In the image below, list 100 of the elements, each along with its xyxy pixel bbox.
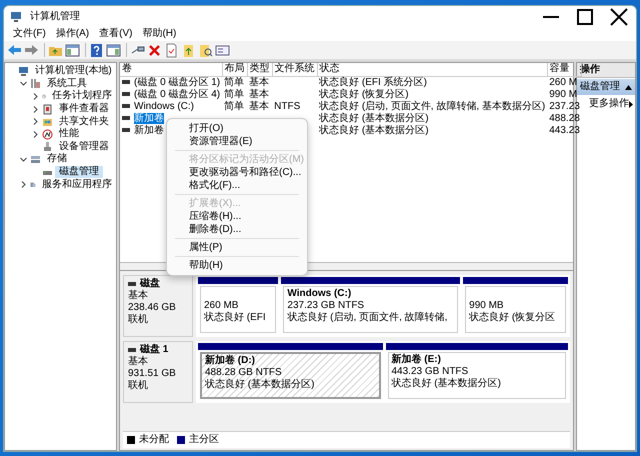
tree-item[interactable]: 磁盘管理	[55, 166, 103, 178]
disk-name: 磁盘 1	[140, 344, 168, 356]
partition-size: 443.23 GB NTFS	[392, 366, 470, 378]
menu-item[interactable]: 属性(P)	[167, 241, 307, 254]
column-header[interactable]: 文件系统	[272, 63, 318, 76]
table-cell: 状态良好 (恢复分区)	[319, 88, 409, 100]
menu-item[interactable]: 更改驱动器号和路径(C)...	[167, 166, 307, 179]
back-arrow-icon[interactable]	[7, 42, 22, 58]
menu-item[interactable]: 帮助(H)	[137, 28, 182, 40]
table-cell: 237.23	[549, 100, 580, 112]
menu-item[interactable]: 文件(F)	[8, 28, 51, 40]
action-label: 更多操作	[589, 98, 629, 110]
tree-item[interactable]: 系统工具	[43, 78, 91, 90]
menu-item[interactable]: 删除卷(D)...	[167, 223, 307, 236]
disk-info: 238.46 GB	[128, 302, 177, 314]
expand-chevron-icon[interactable]	[31, 117, 40, 126]
menu-item[interactable]: 帮助(H)	[167, 259, 307, 272]
table-cell[interactable]: 新加卷	[134, 112, 164, 124]
table-cell[interactable]: Windows (C:)	[134, 100, 194, 112]
disk-info: 931.51 GB	[128, 368, 177, 380]
menu-item[interactable]: 压缩卷(H)...	[167, 210, 307, 223]
delete-icon[interactable]	[147, 42, 162, 58]
disk-info: 联机	[128, 314, 149, 326]
submenu-arrow-icon	[629, 100, 633, 108]
properties-icon[interactable]	[215, 42, 230, 58]
tree-item[interactable]: 共享文件夹	[55, 116, 113, 128]
section-title: 磁盘管理	[580, 81, 620, 93]
menu-item[interactable]: 资源管理器(E)	[167, 135, 307, 148]
partition-size: 488.28 GB NTFS	[205, 367, 283, 378]
event-icon	[42, 104, 53, 115]
expand-chevron-icon[interactable]	[19, 180, 28, 190]
help-icon[interactable]	[89, 42, 104, 58]
disk-info: 联机	[128, 380, 149, 392]
table-cell: 443.23	[549, 124, 580, 136]
actions-section-header[interactable]: 磁盘管理	[577, 79, 635, 95]
expand-chevron-icon[interactable]	[31, 104, 40, 114]
panel-icon[interactable]	[65, 42, 80, 58]
partition-size: 260 MB	[204, 300, 240, 312]
window-title: 计算机管理	[30, 10, 80, 22]
computer-icon	[10, 10, 22, 22]
column-header[interactable]: 状态	[317, 63, 548, 76]
table-cell: 基本	[249, 100, 270, 112]
table-cell: 简单	[224, 76, 244, 88]
partition-status: 状态良好 (EFI	[204, 312, 267, 324]
table-cell: 488.28	[549, 112, 580, 124]
panel-icon[interactable]	[106, 42, 121, 58]
expand-chevron-icon[interactable]	[31, 92, 40, 101]
partition-name: 新加卷 (E:)	[392, 354, 442, 366]
expand-chevron-icon[interactable]	[31, 130, 40, 139]
table-cell: 简单	[224, 88, 244, 100]
disk-name: 磁盘	[140, 278, 160, 290]
partition-name: Windows (C:)	[287, 288, 352, 300]
menu-item[interactable]: 打开(O)	[167, 122, 307, 135]
table-cell: 状态良好 (启动, 页面文件, 故障转储, 基本数据分区)	[319, 100, 546, 112]
partition-status: 状态良好 (恢复分区	[469, 312, 556, 324]
checked-document-icon[interactable]	[164, 42, 179, 58]
tree-item[interactable]: 存储	[43, 153, 71, 166]
table-cell: 基本	[249, 88, 270, 100]
partition-name: 新加卷 (D:)	[205, 355, 256, 367]
table-cell: 基本	[249, 76, 270, 88]
column-header[interactable]: 布局	[222, 63, 248, 76]
collapse-chevron-icon[interactable]	[19, 79, 28, 88]
disk-info: 基本	[128, 290, 149, 302]
partition-size: 237.23 GB NTFS	[287, 300, 366, 312]
table-cell: 简单	[224, 100, 244, 112]
partition[interactable]: Windows (C:) 237.23 GB NTFS 状态良好 (启动, 页面文件, 故障转储,	[281, 277, 460, 335]
column-header[interactable]: 卷	[120, 63, 222, 76]
tree-item[interactable]: 事件查看器	[55, 103, 113, 116]
collapse-chevron-icon[interactable]	[19, 154, 28, 164]
partition-status: 状态良好 (启动, 页面文件, 故障转储,	[287, 312, 448, 324]
table-cell: 状态良好 (EFI 系统分区)	[319, 76, 427, 88]
tree-item[interactable]: 任务计划程序	[48, 90, 116, 102]
partition[interactable]: 260 MB 状态良好 (EFI	[198, 277, 278, 335]
menu-item[interactable]: 查看(V)	[94, 28, 138, 40]
partition-status: 状态良好 (基本数据分区)	[205, 379, 316, 391]
partition[interactable]: 新加卷 (E:) 443.23 GB NTFS 状态良好 (基本数据分区)	[386, 343, 568, 401]
table-cell: 状态良好 (基本数据分区)	[319, 124, 429, 136]
folder-search-icon[interactable]	[198, 42, 213, 58]
menu-item[interactable]: 格式化(F)...	[167, 179, 307, 192]
table-cell[interactable]: (磁盘 0 磁盘分区 4)	[134, 88, 220, 100]
legend-label: 主分区	[189, 434, 219, 446]
tree-item[interactable]: 服务和应用程序	[38, 178, 116, 191]
menu-item[interactable]: 操作(A)	[50, 28, 94, 40]
partition-size: 990 MB	[469, 300, 505, 312]
table-cell: 260 M	[549, 76, 578, 88]
table-cell[interactable]: (磁盘 0 磁盘分区 1)	[134, 76, 220, 88]
column-header[interactable]: 类型	[247, 63, 272, 76]
tree-item[interactable]: 计算机管理(本地)	[31, 65, 116, 78]
partition[interactable]: 新加卷 (D:) 488.28 GB NTFS 状态良好 (基本数据分区)	[198, 343, 382, 401]
tree-item[interactable]: 设备管理器	[55, 140, 113, 153]
table-cell: 状态良好 (基本数据分区)	[319, 112, 429, 124]
collapse-triangle-icon[interactable]	[625, 84, 632, 90]
table-cell[interactable]: 新加卷	[134, 124, 164, 136]
partition[interactable]: 990 MB 状态良好 (恢复分区	[463, 277, 568, 335]
storage-icon	[30, 154, 41, 165]
tools-icon	[30, 78, 41, 90]
forward-arrow-icon[interactable]	[24, 42, 39, 58]
partition-status: 状态良好 (基本数据分区)	[392, 378, 502, 390]
tree-item[interactable]: 性能	[55, 128, 83, 140]
legend-label: 未分配	[139, 434, 169, 446]
